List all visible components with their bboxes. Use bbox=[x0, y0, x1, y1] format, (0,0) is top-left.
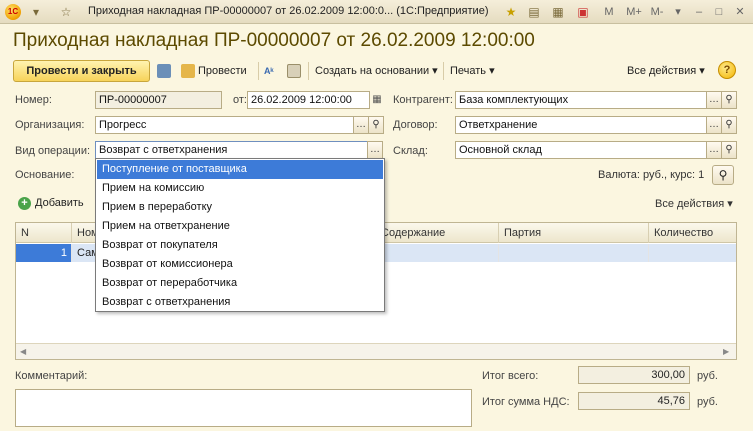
warehouse-label: Склад: bbox=[393, 145, 428, 157]
column-header-n[interactable]: N bbox=[16, 223, 72, 243]
contractor-field[interactable]: База комплектующих bbox=[455, 91, 707, 109]
row-batch[interactable] bbox=[499, 244, 649, 262]
contract-field[interactable]: Ответхранение bbox=[455, 116, 707, 134]
window-titlebar: 1С ▾ ☆ Приходная накладная ПР-00000007 о… bbox=[0, 0, 753, 24]
post-label: Провести bbox=[198, 65, 247, 77]
total-value: 300,00 bbox=[578, 366, 690, 384]
page-title: Приходная накладная ПР-00000007 от 26.02… bbox=[13, 30, 535, 51]
add-row-button[interactable]: + Добавить bbox=[18, 195, 84, 211]
calculator-icon[interactable]: ▦ bbox=[550, 4, 566, 20]
add-row-label: Добавить bbox=[35, 197, 84, 209]
warehouse-select-button[interactable]: … bbox=[706, 141, 722, 159]
app-logo-icon[interactable]: 1С bbox=[5, 4, 21, 20]
basis-label: Основание: bbox=[15, 169, 75, 181]
contract-label: Договор: bbox=[393, 119, 438, 131]
organization-label: Организация: bbox=[15, 119, 85, 131]
contractor-search-icon[interactable]: ⚲ bbox=[721, 91, 737, 109]
favorites-icon[interactable]: ★ bbox=[503, 4, 519, 20]
create-based-on-button[interactable]: Создать на основании ▾ bbox=[315, 60, 438, 82]
report-icon[interactable] bbox=[287, 60, 304, 82]
contract-select-button[interactable]: … bbox=[706, 116, 722, 134]
number-field[interactable]: ПР-00000007 bbox=[95, 91, 222, 109]
total-currency: руб. bbox=[697, 370, 718, 382]
comment-label: Комментарий: bbox=[15, 370, 88, 382]
toolbar-divider bbox=[443, 62, 444, 80]
horizontal-scrollbar[interactable]: ◀ ▶ bbox=[16, 343, 736, 359]
goods-all-actions-button[interactable]: Все действия ▾ bbox=[655, 197, 733, 210]
scroll-left-icon[interactable]: ◀ bbox=[20, 347, 26, 356]
save-icon[interactable] bbox=[157, 60, 174, 82]
organization-search-icon[interactable]: ⚲ bbox=[368, 116, 384, 134]
row-content[interactable] bbox=[376, 244, 499, 262]
menu-arrow-icon[interactable]: ▾ bbox=[28, 4, 44, 20]
dropdown-item[interactable]: Возврат от переработчика bbox=[97, 274, 383, 293]
vat-currency: руб. bbox=[697, 396, 718, 408]
close-icon[interactable]: ✕ bbox=[733, 4, 747, 20]
memory-minus-button[interactable]: M- bbox=[648, 4, 666, 20]
total-label: Итог всего: bbox=[482, 370, 539, 382]
number-label: Номер: bbox=[15, 94, 52, 106]
dropdown-item[interactable]: Возврат от комиссионера bbox=[97, 255, 383, 274]
row-number: 1 bbox=[16, 244, 72, 262]
toolbar-divider bbox=[308, 62, 309, 80]
column-header-content[interactable]: Содержание bbox=[376, 223, 499, 243]
operation-type-dropdown[interactable]: Поступление от поставщика Прием на комис… bbox=[95, 158, 385, 312]
dropdown-item[interactable]: Прием на комиссию bbox=[97, 179, 383, 198]
contractor-label: Контрагент: bbox=[393, 94, 453, 106]
document-icon[interactable]: ▤ bbox=[526, 4, 542, 20]
print-button[interactable]: Печать ▾ bbox=[450, 60, 495, 82]
organization-select-button[interactable]: … bbox=[353, 116, 369, 134]
date-label: от: bbox=[233, 94, 247, 106]
dropdown-item[interactable]: Возврат с ответхранения bbox=[97, 293, 383, 312]
organization-field[interactable]: Прогресс bbox=[95, 116, 354, 134]
window-title: Приходная накладная ПР-00000007 от 26.02… bbox=[88, 5, 489, 17]
operation-type-field[interactable]: Возврат с ответхранения bbox=[95, 141, 368, 159]
comment-field[interactable] bbox=[15, 389, 472, 427]
vat-total-label: Итог сумма НДС: bbox=[482, 396, 570, 408]
dropdown-item[interactable]: Поступление от поставщика bbox=[97, 160, 383, 179]
all-actions-button[interactable]: Все действия ▾ bbox=[627, 60, 705, 82]
post-button[interactable]: Провести bbox=[181, 60, 247, 82]
operation-type-select-button[interactable]: … bbox=[367, 141, 383, 159]
vat-total-value: 45,76 bbox=[578, 392, 690, 410]
post-icon bbox=[181, 64, 195, 79]
calendar-icon[interactable]: ▦ bbox=[370, 93, 384, 107]
memory-plus-button[interactable]: M+ bbox=[625, 4, 643, 20]
help-icon[interactable]: ? bbox=[718, 61, 736, 79]
dropdown-item[interactable]: Прием в переработку bbox=[97, 198, 383, 217]
dropdown-icon[interactable]: ▾ bbox=[672, 4, 684, 20]
contract-search-icon[interactable]: ⚲ bbox=[721, 116, 737, 134]
warehouse-field[interactable]: Основной склад bbox=[455, 141, 707, 159]
post-and-close-button[interactable]: Провести и закрыть bbox=[13, 60, 150, 82]
dropdown-item[interactable]: Возврат от покупателя bbox=[97, 236, 383, 255]
operation-type-label: Вид операции: bbox=[15, 145, 91, 157]
favorite-star-icon[interactable]: ☆ bbox=[58, 4, 74, 20]
column-header-batch[interactable]: Партия bbox=[499, 223, 649, 243]
toolbar-divider bbox=[258, 62, 259, 80]
maximize-icon[interactable]: □ bbox=[712, 4, 726, 20]
currency-search-icon[interactable]: ⚲ bbox=[712, 165, 734, 185]
memory-m-button[interactable]: M bbox=[603, 4, 615, 20]
dropdown-item[interactable]: Прием на ответхранение bbox=[97, 217, 383, 236]
column-header-quantity[interactable]: Количество bbox=[649, 223, 736, 243]
calendar-icon[interactable]: ▣ bbox=[575, 4, 591, 20]
warehouse-search-icon[interactable]: ⚲ bbox=[721, 141, 737, 159]
row-quantity[interactable] bbox=[649, 244, 736, 262]
scroll-right-icon[interactable]: ▶ bbox=[723, 347, 729, 356]
currency-rate-link[interactable]: Валюта: руб., курс: 1 bbox=[598, 169, 704, 181]
contractor-select-button[interactable]: … bbox=[706, 91, 722, 109]
add-icon: + bbox=[18, 196, 31, 210]
date-field[interactable]: 26.02.2009 12:00:00 bbox=[247, 91, 370, 109]
minimize-icon[interactable]: – bbox=[692, 4, 706, 20]
spell-check-icon[interactable]: Аᵏ bbox=[264, 60, 274, 82]
